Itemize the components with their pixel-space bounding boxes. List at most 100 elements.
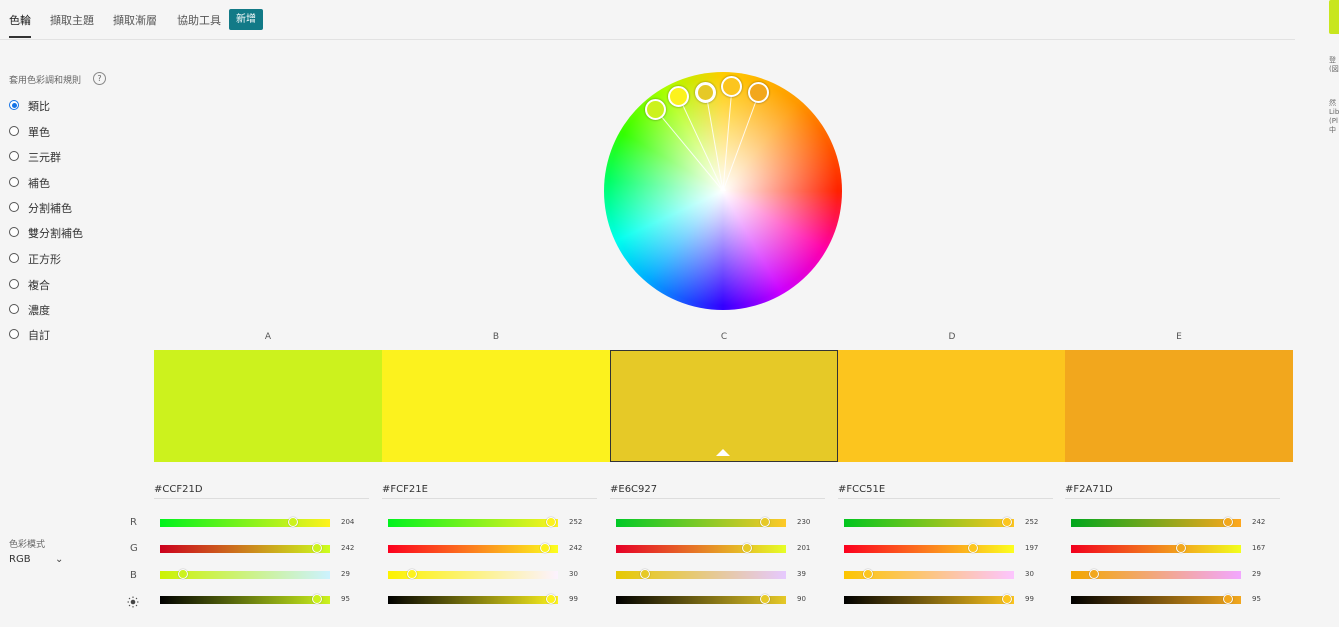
color-swatch[interactable]: [838, 350, 1066, 462]
color-swatch[interactable]: [382, 350, 610, 462]
channel-value[interactable]: 252: [569, 518, 582, 526]
help-icon[interactable]: ?: [93, 72, 106, 85]
slider-knob[interactable]: [742, 543, 752, 553]
harmony-rule-label: 正方形: [28, 253, 61, 266]
channel-value[interactable]: 167: [1252, 544, 1265, 552]
slider-knob[interactable]: [1223, 594, 1233, 604]
red-slider[interactable]: [1071, 517, 1241, 527]
blue-slider[interactable]: [844, 569, 1014, 579]
slider-knob[interactable]: [312, 543, 322, 553]
swatch-letter: E: [1176, 332, 1182, 342]
channel-value[interactable]: 230: [797, 518, 810, 526]
radio-button[interactable]: [9, 151, 19, 161]
channel-value[interactable]: 99: [569, 595, 578, 603]
harmony-rule-label: 類比: [28, 100, 50, 113]
channel-value[interactable]: 95: [1252, 595, 1261, 603]
channel-value[interactable]: 242: [1252, 518, 1265, 526]
hex-input[interactable]: #CCF21D: [154, 484, 369, 499]
radio-button[interactable]: [9, 126, 19, 136]
slider-knob[interactable]: [1089, 569, 1099, 579]
radio-button[interactable]: [9, 304, 19, 314]
wheel-handle-a[interactable]: [645, 99, 666, 120]
blue-slider[interactable]: [1071, 569, 1241, 579]
slider-knob[interactable]: [640, 569, 650, 579]
tab-accessibility[interactable]: 協助工具: [177, 12, 221, 28]
slider-knob[interactable]: [312, 594, 322, 604]
red-slider[interactable]: [616, 517, 786, 527]
slider-knob[interactable]: [1002, 517, 1012, 527]
blue-slider[interactable]: [160, 569, 330, 579]
radio-button[interactable]: [9, 253, 19, 263]
slider-knob[interactable]: [546, 594, 556, 604]
channel-value[interactable]: 204: [341, 518, 354, 526]
wheel-handle-e[interactable]: [748, 82, 769, 103]
radio-button[interactable]: [9, 329, 19, 339]
channel-value[interactable]: 30: [1025, 570, 1034, 578]
slider-knob[interactable]: [540, 543, 550, 553]
green-slider[interactable]: [160, 543, 330, 553]
radio-button[interactable]: [9, 227, 19, 237]
red-slider[interactable]: [388, 517, 558, 527]
channel-value[interactable]: 90: [797, 595, 806, 603]
harmony-rules-title: 套用色彩調和規則: [9, 76, 82, 86]
channel-value[interactable]: 39: [797, 570, 806, 578]
slider-knob[interactable]: [1002, 594, 1012, 604]
color-swatch[interactable]: [610, 350, 838, 462]
channel-value[interactable]: 29: [1252, 570, 1261, 578]
green-slider[interactable]: [844, 543, 1014, 553]
channel-value[interactable]: 99: [1025, 595, 1034, 603]
green-slider[interactable]: [388, 543, 558, 553]
channel-value[interactable]: 242: [341, 544, 354, 552]
wheel-handle-c[interactable]: [695, 82, 716, 103]
new-button[interactable]: 新增: [229, 9, 263, 30]
green-slider[interactable]: [1071, 543, 1241, 553]
color-swatch[interactable]: [154, 350, 382, 462]
channel-value[interactable]: 242: [569, 544, 582, 552]
tab-extract-gradient[interactable]: 擷取漸層: [113, 12, 157, 28]
brightness-slider[interactable]: [388, 594, 558, 604]
tab-color-wheel[interactable]: 色輪: [9, 12, 31, 28]
slider-knob[interactable]: [968, 543, 978, 553]
channel-value[interactable]: 201: [797, 544, 810, 552]
radio-button[interactable]: [9, 100, 19, 110]
green-slider[interactable]: [616, 543, 786, 553]
brightness-slider[interactable]: [160, 594, 330, 604]
red-slider[interactable]: [160, 517, 330, 527]
slider-knob[interactable]: [1176, 543, 1186, 553]
wheel-handle-b[interactable]: [668, 86, 689, 107]
color-swatch[interactable]: [1065, 350, 1293, 462]
slider-knob[interactable]: [760, 517, 770, 527]
slider-knob[interactable]: [760, 594, 770, 604]
chevron-down-icon: ⌄: [55, 554, 64, 565]
channel-value[interactable]: 95: [341, 595, 350, 603]
hex-input[interactable]: #FCC51E: [838, 484, 1053, 499]
slider-knob[interactable]: [407, 569, 417, 579]
channel-value[interactable]: 197: [1025, 544, 1038, 552]
brightness-slider[interactable]: [616, 594, 786, 604]
channel-value[interactable]: 252: [1025, 518, 1038, 526]
wheel-handle-d[interactable]: [721, 76, 742, 97]
hex-input[interactable]: #F2A71D: [1065, 484, 1280, 499]
radio-button[interactable]: [9, 202, 19, 212]
hex-input[interactable]: #FCF21E: [382, 484, 597, 499]
color-mode-select[interactable]: RGB ⌄: [9, 554, 69, 570]
slider-knob[interactable]: [288, 517, 298, 527]
slider-knob[interactable]: [863, 569, 873, 579]
blue-slider[interactable]: [388, 569, 558, 579]
brightness-slider[interactable]: [1071, 594, 1241, 604]
hex-input[interactable]: #E6C927: [610, 484, 825, 499]
blue-slider[interactable]: [616, 569, 786, 579]
tab-extract-theme[interactable]: 擷取主題: [50, 12, 94, 28]
red-slider[interactable]: [844, 517, 1014, 527]
right-panel-button[interactable]: [1329, 0, 1339, 34]
radio-button[interactable]: [9, 177, 19, 187]
slider-knob[interactable]: [178, 569, 188, 579]
slider-knob[interactable]: [546, 517, 556, 527]
channel-value[interactable]: 29: [341, 570, 350, 578]
channel-value[interactable]: 30: [569, 570, 578, 578]
radio-button[interactable]: [9, 279, 19, 289]
brightness-icon: [127, 596, 139, 608]
brightness-slider[interactable]: [844, 594, 1014, 604]
handle-line-c: [705, 92, 724, 192]
slider-knob[interactable]: [1223, 517, 1233, 527]
